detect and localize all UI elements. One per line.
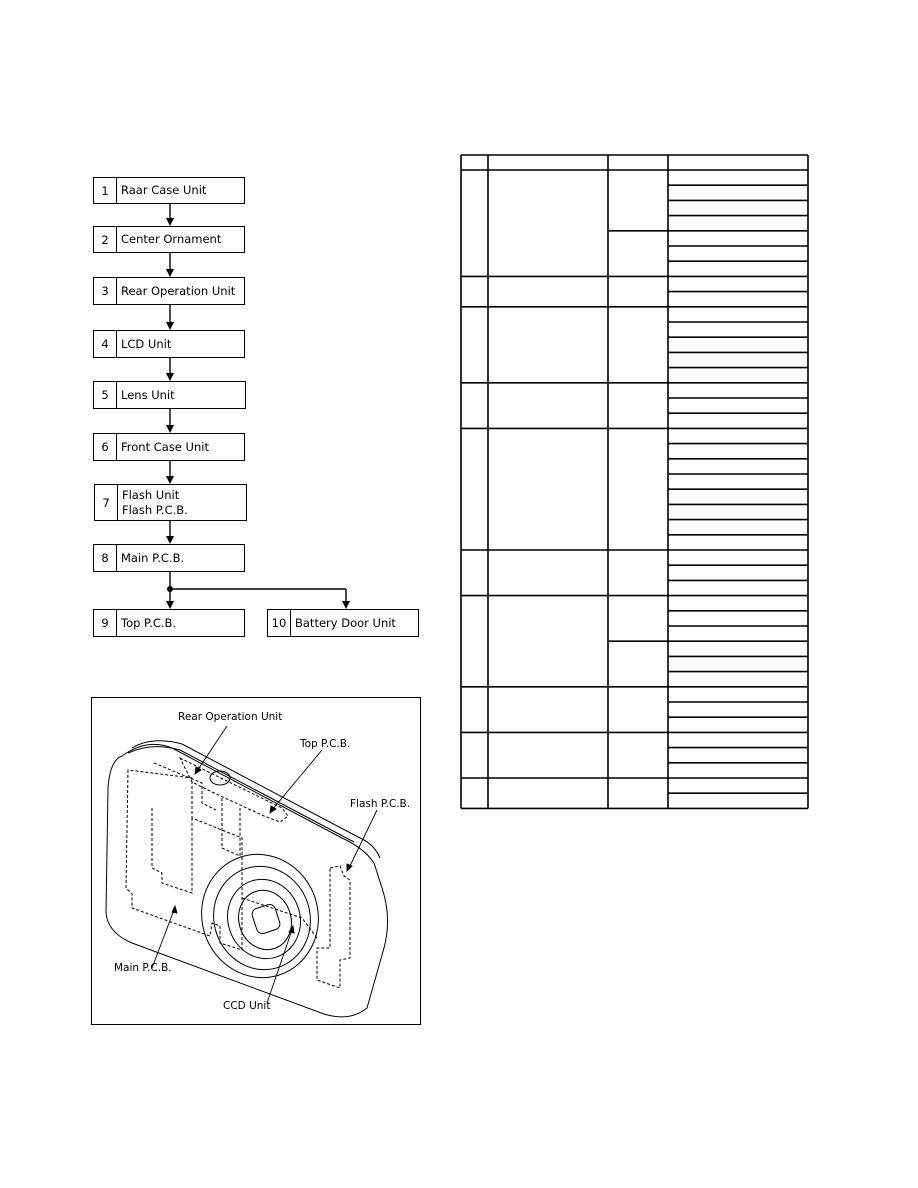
parts-table-grid: [460, 154, 809, 810]
